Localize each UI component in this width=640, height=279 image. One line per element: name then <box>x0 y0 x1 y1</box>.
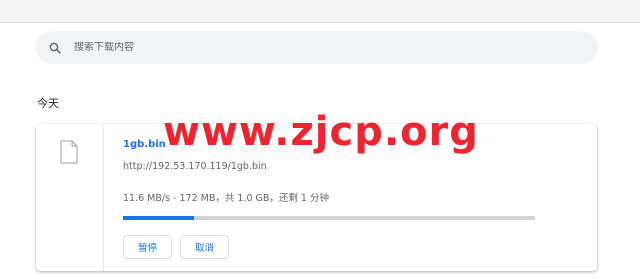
search-icon <box>48 41 62 55</box>
search-input[interactable] <box>74 42 554 53</box>
file-name-link[interactable]: 1gb.bin <box>123 139 166 150</box>
top-toolbar <box>0 0 640 23</box>
cancel-button[interactable]: 取消 <box>180 235 229 259</box>
file-icon-area <box>36 124 104 271</box>
pause-button[interactable]: 暂停 <box>123 235 172 259</box>
file-url: http://192.53.170.119/1gb.bin <box>123 161 267 172</box>
progress-fill <box>123 216 194 220</box>
download-status: 11.6 MB/s - 172 MB，共 1.0 GB，还剩 1 分钟 <box>123 193 329 204</box>
file-icon <box>60 140 78 168</box>
date-heading: 今天 <box>37 97 59 110</box>
progress-bar <box>123 216 535 220</box>
watermark-text: www.zjcp.org <box>163 109 479 155</box>
search-box[interactable] <box>36 31 598 64</box>
